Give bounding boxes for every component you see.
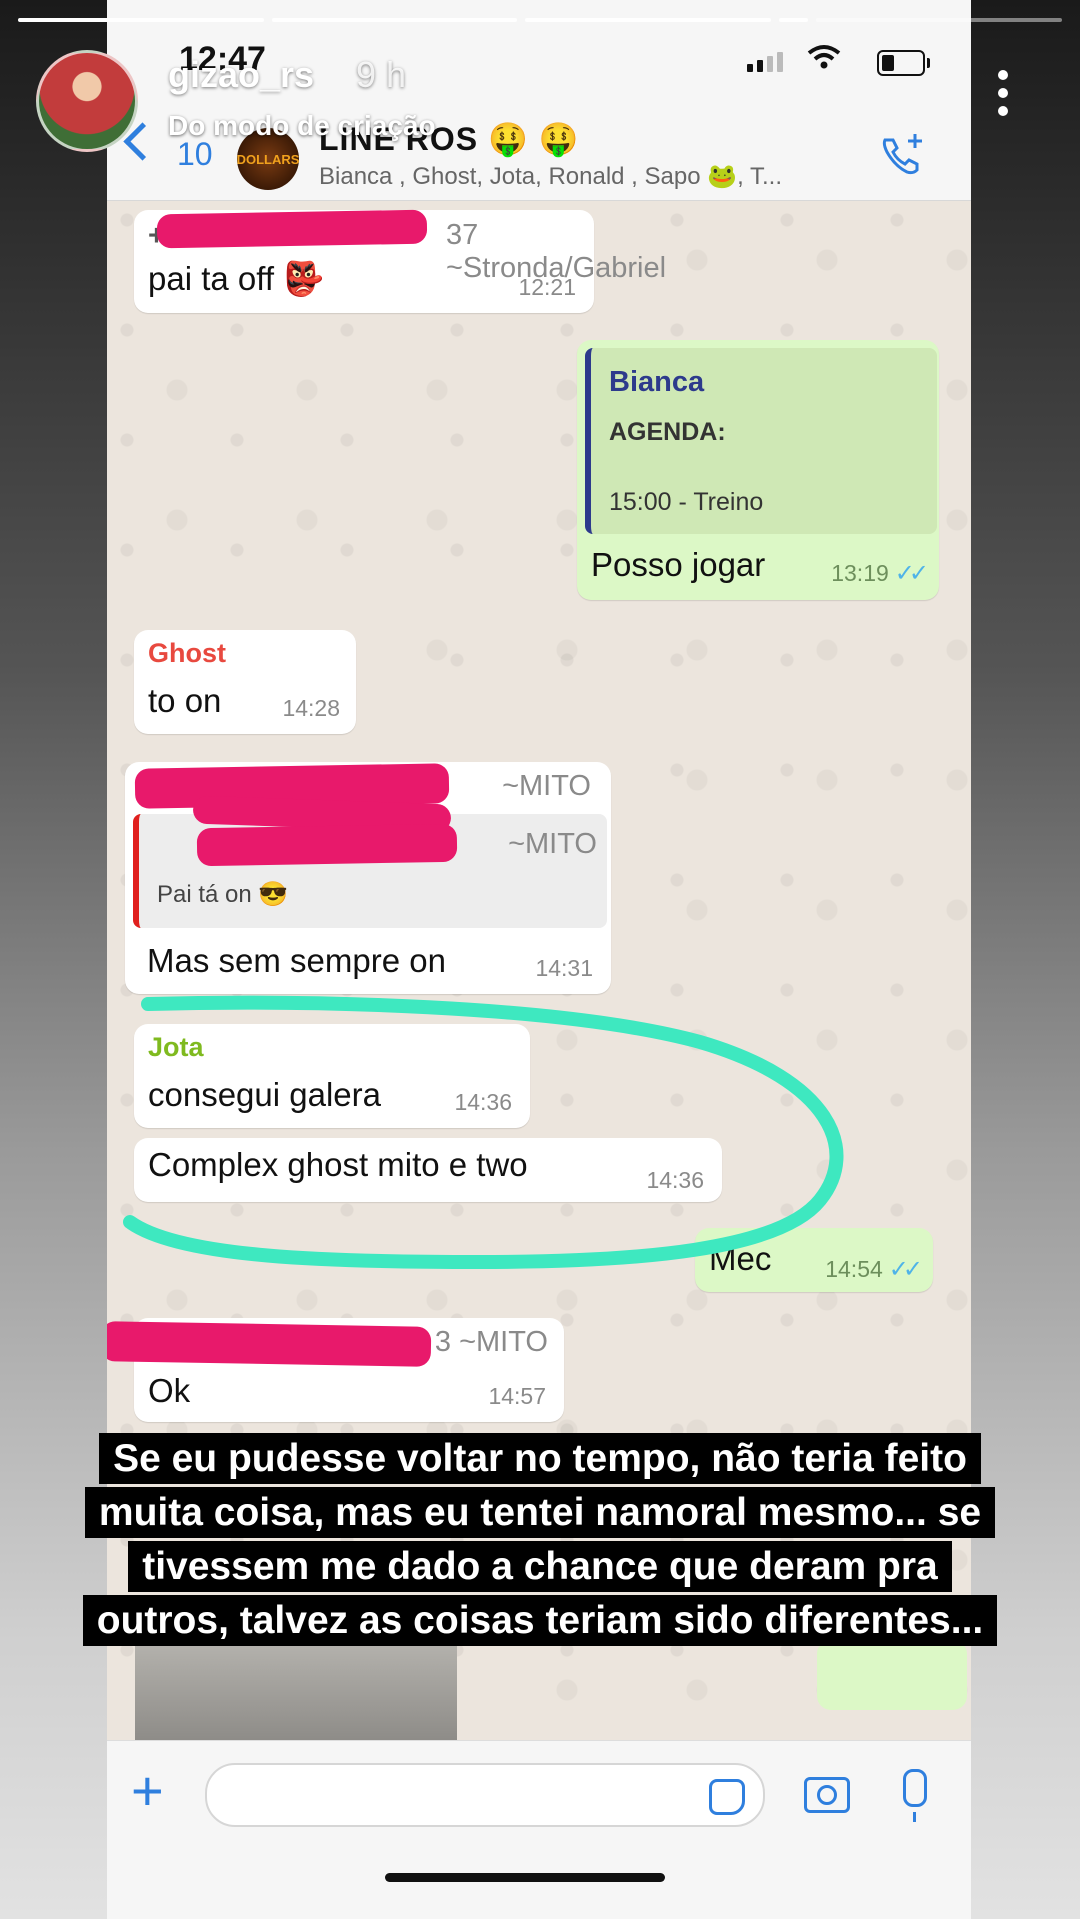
- caption-text: Se eu pudesse voltar no tempo, não teria…: [82, 1433, 998, 1646]
- story-username[interactable]: gizao_rs: [168, 54, 314, 96]
- progress-segment: [778, 18, 809, 22]
- story-progress: [18, 18, 1062, 22]
- story-caption: Se eu pudesse voltar no tempo, não teria…: [70, 1432, 1010, 1648]
- progress-segment: [816, 18, 1062, 22]
- more-icon[interactable]: [998, 70, 1010, 120]
- progress-segment: [271, 18, 518, 22]
- progress-segment: [18, 18, 264, 22]
- progress-segment: [525, 18, 771, 22]
- story-subtitle: Do modo de criação: [168, 110, 436, 141]
- story-age: 9 h: [356, 54, 407, 95]
- story-avatar[interactable]: [36, 50, 138, 152]
